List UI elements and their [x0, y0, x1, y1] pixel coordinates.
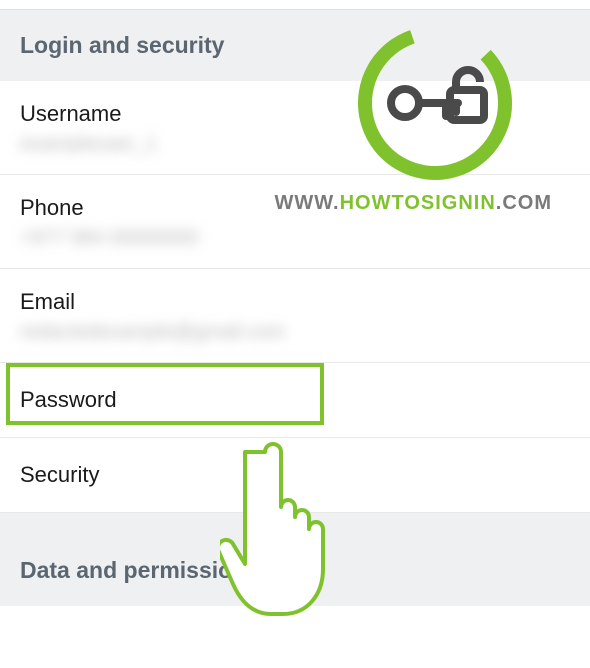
row-phone[interactable]: Phone +977 984 00000000 [0, 175, 590, 269]
section-header-login-security: Login and security [0, 10, 590, 81]
top-divider [0, 0, 590, 10]
security-label: Security [20, 462, 99, 487]
row-security[interactable]: Security [0, 438, 590, 513]
phone-value: +977 984 00000000 [20, 227, 570, 250]
row-username[interactable]: Username exampleuser_1 [0, 81, 590, 175]
section-title: Login and security [20, 32, 224, 58]
username-value: exampleuser_1 [20, 133, 570, 156]
section-title: Data and permissions [20, 557, 259, 583]
section-header-data-permissions: Data and permissions [0, 535, 590, 606]
row-email[interactable]: Email redactedexample@gmail.com [0, 269, 590, 363]
row-password[interactable]: Password [0, 363, 590, 438]
email-label: Email [20, 289, 570, 315]
password-label: Password [20, 387, 117, 412]
email-value: redactedexample@gmail.com [20, 321, 570, 344]
phone-label: Phone [20, 195, 570, 221]
username-label: Username [20, 101, 570, 127]
section-gap [0, 513, 590, 535]
